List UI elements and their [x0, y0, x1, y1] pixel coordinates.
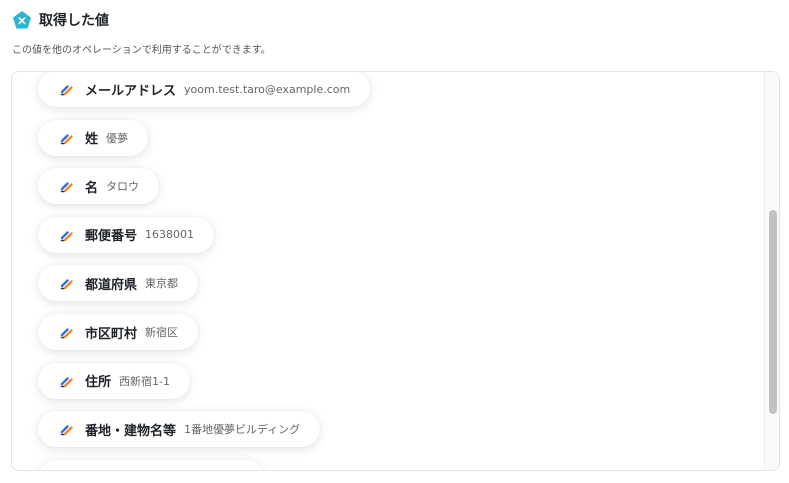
field-label: 住所 [85, 375, 112, 391]
pencil-icon [60, 425, 73, 436]
value-pill[interactable]: 市区町村 新宿区 [38, 314, 199, 350]
scrollbar-thumb[interactable] [769, 210, 777, 414]
pencil-icon [60, 231, 73, 242]
field-value: yoom.test.taro@example.com [184, 82, 351, 96]
field-value: 優夢 [106, 131, 129, 145]
scrollbar[interactable] [764, 72, 779, 470]
pencil-icon [60, 85, 73, 96]
value-pill[interactable]: 名タロウ [38, 168, 160, 205]
field-value: 新宿区 [145, 326, 179, 339]
field-label: 郵便番号 [85, 229, 138, 245]
value-pill[interactable] [38, 459, 264, 470]
field-value: 1番地優夢ビルディング [184, 423, 301, 437]
field-label: 姓 [85, 132, 99, 148]
pencil-icon [60, 376, 73, 387]
field-label: 都道府県 [85, 277, 138, 293]
pencil-icon [60, 182, 73, 193]
field-label: 番地・建物名等 [85, 423, 177, 439]
value-pill[interactable]: 番地・建物名等 1番地優夢ビルディング [38, 411, 321, 448]
section-header: 取得した値 [12, 8, 109, 32]
field-label: 名 [85, 180, 99, 196]
field-value: 東京都 [145, 277, 179, 291]
field-value: 1638001 [145, 228, 195, 242]
value-pill[interactable]: 郵便番号 1638001 [38, 216, 215, 253]
section-title: 取得した値 [39, 13, 109, 29]
pencil-icon [60, 279, 73, 290]
field-label: メールアドレス [85, 83, 177, 99]
value-pill[interactable]: 姓優夢 [38, 119, 149, 156]
section-description: この値を他のオペレーションで利用することができます。 [12, 45, 271, 56]
value-pill[interactable]: 住所 西新宿1-1 [38, 362, 190, 399]
field-value: 西新宿1-1 [119, 374, 170, 388]
value-pill[interactable]: 都道府県 東京都 [38, 265, 199, 302]
pentagon-x-icon [13, 11, 31, 29]
values-panel: メールアドレス yoom.test.taro@example.com 姓優夢名タロウ… [11, 71, 780, 471]
field-value: タロウ [106, 180, 140, 194]
value-pill[interactable]: メールアドレス yoom.test.taro@example.com [38, 72, 371, 107]
pencil-icon [60, 328, 73, 339]
field-label: 市区町村 [85, 326, 138, 342]
pencil-icon [60, 133, 73, 144]
